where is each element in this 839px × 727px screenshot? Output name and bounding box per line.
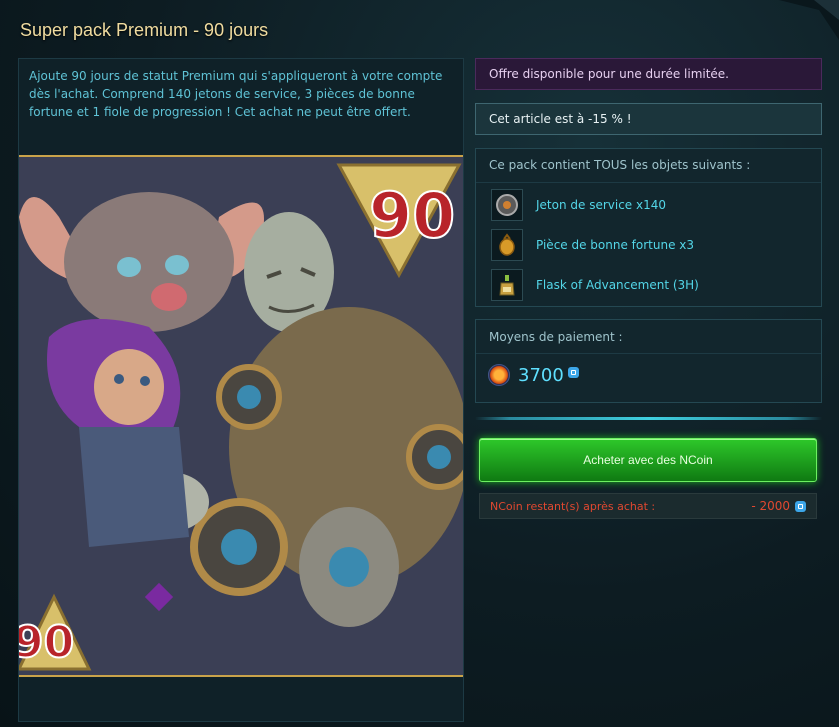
- product-illustration: 90 90: [19, 155, 463, 677]
- page-title: Super pack Premium - 90 jours: [20, 20, 269, 40]
- price-value: 3700: [518, 364, 564, 386]
- remaining-balance-value-wrap: - 2000: [751, 499, 806, 513]
- svg-text:90: 90: [369, 179, 455, 252]
- remaining-balance: NCoin restant(s) après achat : - 2000: [479, 493, 817, 519]
- flask-icon: [491, 269, 523, 301]
- ncoin-coin-icon: [488, 364, 510, 386]
- product-panel: Ajoute 90 jours de statut Premium qui s'…: [18, 58, 464, 722]
- fortune-coin-icon: [491, 229, 523, 261]
- discount-notice: Cet article est à -15 % !: [475, 103, 822, 135]
- service-token-icon: [491, 189, 523, 221]
- pack-item-label: Flask of Advancement (3H): [536, 278, 699, 292]
- limited-offer-notice: Offre disponible pour une durée limitée.: [475, 58, 822, 90]
- pack-item[interactable]: Flask of Advancement (3H): [476, 265, 821, 305]
- remaining-balance-value: - 2000: [751, 499, 790, 513]
- pack-contents: Ce pack contient TOUS les objets suivant…: [475, 148, 822, 307]
- product-description: Ajoute 90 jours de statut Premium qui s'…: [29, 69, 443, 119]
- payment-header: Moyens de paiement :: [476, 320, 821, 354]
- section-divider: [475, 417, 822, 420]
- svg-text:90: 90: [19, 617, 74, 668]
- pack-contents-header: Ce pack contient TOUS les objets suivant…: [476, 149, 821, 183]
- pack-item-label: Pièce de bonne fortune x3: [536, 238, 695, 252]
- payment-option[interactable]: 3700: [476, 354, 821, 396]
- ncoin-icon: [567, 366, 579, 378]
- ncoin-icon: [795, 500, 806, 512]
- pack-item-label: Jeton de service x140: [536, 198, 667, 212]
- remaining-balance-label: NCoin restant(s) après achat :: [490, 499, 656, 513]
- pack-item[interactable]: Pièce de bonne fortune x3: [476, 225, 821, 265]
- payment-methods: Moyens de paiement : 3700: [475, 319, 822, 403]
- buy-with-ncoin-button[interactable]: Acheter avec des NCoin: [479, 438, 817, 482]
- corner-decoration: [779, 0, 839, 40]
- pack-item[interactable]: Jeton de service x140: [476, 185, 821, 225]
